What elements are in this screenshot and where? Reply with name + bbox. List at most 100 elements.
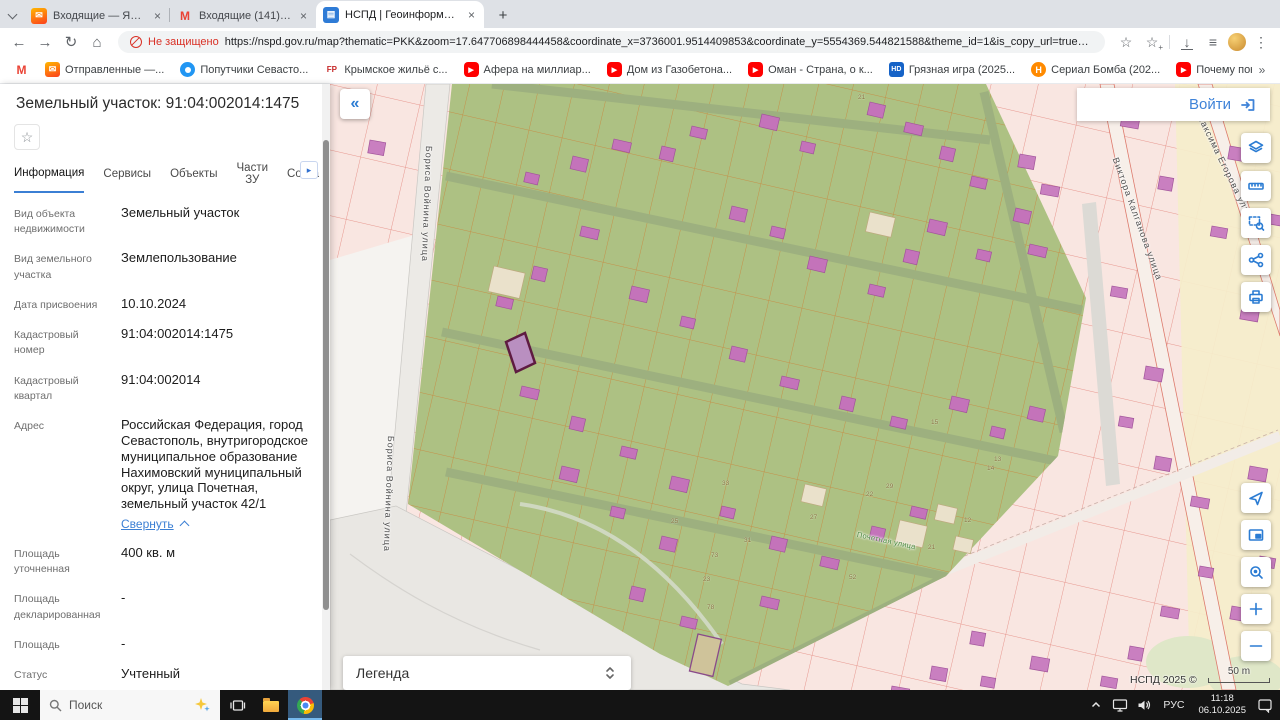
ruler-button[interactable] bbox=[1241, 171, 1271, 201]
collapse-address-link[interactable]: Свернуть bbox=[121, 517, 188, 532]
toolbar-divider bbox=[1169, 35, 1170, 49]
tab-close-icon[interactable]: × bbox=[466, 8, 477, 22]
tray-expand-icon[interactable] bbox=[1087, 698, 1105, 712]
volume-icon[interactable] bbox=[1135, 697, 1153, 713]
field-row: Кадастровый номер 91:04:002014:1475 bbox=[14, 326, 316, 358]
start-button[interactable] bbox=[0, 690, 40, 720]
tab-close-icon[interactable]: × bbox=[152, 9, 163, 23]
field-row: Площадь - bbox=[14, 636, 316, 653]
locate-button[interactable] bbox=[1241, 483, 1271, 513]
home-icon[interactable]: ⌂ bbox=[86, 31, 108, 53]
chrome-taskbar-button[interactable] bbox=[288, 690, 322, 720]
field-label: Кадастровый квартал bbox=[14, 372, 111, 404]
browser-tab[interactable]: Входящие (141) - sobakass@g × bbox=[170, 3, 316, 28]
download-icon[interactable]: ↓ bbox=[1176, 31, 1198, 53]
tab-search-chevron-icon[interactable] bbox=[0, 4, 24, 28]
url-bar[interactable]: Не защищено https://nspd.gov.ru/map?them… bbox=[118, 31, 1105, 53]
bookmark-favicon bbox=[324, 62, 339, 77]
bookmark-favicon bbox=[14, 62, 29, 77]
tab-favicon bbox=[323, 7, 339, 23]
field-label: Адрес bbox=[14, 417, 111, 532]
bookmark-item[interactable] bbox=[8, 59, 35, 80]
bookmark-item[interactable]: Грязная игра (2025... bbox=[883, 59, 1021, 80]
bookmarks-bar: Отправленные —... Попутчики Севасто... К… bbox=[0, 56, 1280, 84]
tab-close-icon[interactable]: × bbox=[298, 9, 309, 23]
page-title: Земельный участок: 91:04:002014:1475 bbox=[0, 84, 330, 122]
parcel-info-panel: Земельный участок: 91:04:002014:1475 ☆ ▸… bbox=[0, 84, 330, 690]
language-indicator[interactable]: РУС bbox=[1159, 699, 1188, 711]
field-value: 400 кв. м bbox=[121, 545, 316, 577]
print-button[interactable] bbox=[1241, 282, 1271, 312]
bookmark-favicon bbox=[180, 62, 195, 77]
legend-label: Легенда bbox=[356, 665, 409, 681]
forward-icon[interactable]: → bbox=[34, 31, 56, 53]
notification-center-icon[interactable] bbox=[1256, 697, 1274, 713]
browser-tab[interactable]: Входящие — Яндекс Почта × bbox=[24, 3, 170, 28]
task-view-button[interactable] bbox=[220, 690, 254, 720]
taskbar-search-box[interactable]: Поиск bbox=[40, 690, 220, 720]
panel-scrollbar[interactable] bbox=[322, 84, 330, 690]
panel-collapse-button[interactable]: « bbox=[340, 89, 370, 119]
browser-tab[interactable]: НСПД | Геоинформационный × bbox=[316, 1, 484, 28]
legend-bar[interactable]: Легенда bbox=[343, 656, 631, 690]
chrome-icon bbox=[297, 697, 314, 714]
bookmarks-list: Отправленные —... Попутчики Севасто... К… bbox=[8, 59, 1252, 80]
field-value: Землепользование bbox=[121, 250, 316, 282]
legend-expand-icon[interactable] bbox=[602, 664, 618, 682]
panel-tabs: ▸ Информация Сервисы Объекты Части ЗУ Со… bbox=[0, 156, 330, 193]
profile-avatar[interactable] bbox=[1228, 33, 1246, 51]
field-row: Кадастровый квартал 91:04:002014 bbox=[14, 372, 316, 404]
bookmark-favicon bbox=[1031, 62, 1046, 77]
panel-tab[interactable]: Сервисы bbox=[103, 156, 151, 193]
reading-list-icon[interactable]: ≡ bbox=[1202, 31, 1224, 53]
login-bar[interactable]: Войти bbox=[1077, 88, 1270, 121]
reload-icon[interactable]: ↻ bbox=[60, 31, 82, 53]
panel-tab[interactable]: Объекты bbox=[170, 156, 217, 193]
browser-tab-strip: Входящие — Яндекс Почта × Входящие (141)… bbox=[0, 0, 1280, 28]
network-icon[interactable] bbox=[1111, 697, 1129, 713]
minimap-button[interactable] bbox=[1241, 520, 1271, 550]
chevron-up-icon bbox=[179, 521, 189, 531]
add-bookmark-star-icon[interactable]: ☆ bbox=[1141, 31, 1163, 53]
scrollbar-thumb[interactable] bbox=[323, 140, 329, 610]
zoom-in-button[interactable] bbox=[1241, 594, 1271, 624]
bookmark-item[interactable]: Попутчики Севасто... bbox=[174, 59, 314, 80]
clock[interactable]: 11:1806.10.2025 bbox=[1194, 693, 1250, 717]
map-canvas[interactable]: Бориса Войнина улицаБориса Войнина улица… bbox=[330, 84, 1280, 690]
field-value: Учтенный bbox=[121, 666, 316, 683]
panel-tab[interactable]: Информация bbox=[14, 156, 84, 193]
bookmark-item[interactable]: Дом из Газобетона... bbox=[601, 59, 738, 80]
bookmark-item[interactable]: Почему покупать д... bbox=[1170, 59, 1252, 80]
map-attribution: НСПД 2025 © bbox=[1130, 674, 1197, 686]
area-select-button[interactable] bbox=[1241, 208, 1271, 238]
tab-favicon bbox=[31, 8, 47, 24]
file-explorer-button[interactable] bbox=[254, 690, 288, 720]
field-value: 91:04:002014 bbox=[121, 372, 316, 404]
bookmark-item[interactable]: Оман - Страна, о к... bbox=[742, 59, 879, 80]
field-label: Площадь декларированная bbox=[14, 590, 111, 622]
bookmark-favicon bbox=[1176, 62, 1191, 77]
bookmark-item[interactable]: Крымское жильё с... bbox=[318, 59, 453, 80]
browser-menu-icon[interactable]: ⋮ bbox=[1250, 31, 1272, 53]
zoom-out-button[interactable] bbox=[1241, 631, 1271, 661]
search-area-button[interactable] bbox=[1241, 557, 1271, 587]
field-label: Вид земельного участка bbox=[14, 250, 111, 282]
panel-tab[interactable]: Части ЗУ bbox=[237, 156, 269, 193]
back-icon[interactable]: ← bbox=[8, 31, 30, 53]
bookmark-item[interactable]: Отправленные —... bbox=[39, 59, 170, 80]
bookmark-item[interactable]: Сериал Бомба (202... bbox=[1025, 59, 1166, 80]
layers-button[interactable] bbox=[1241, 133, 1271, 163]
search-icon bbox=[49, 699, 62, 712]
field-label: Площадь bbox=[14, 636, 111, 653]
favorite-star-button[interactable]: ☆ bbox=[14, 124, 40, 150]
new-tab-button[interactable]: + bbox=[490, 2, 516, 28]
bookmark-favicon bbox=[748, 62, 763, 77]
tabs-scroll-right-button[interactable]: ▸ bbox=[300, 161, 318, 179]
bookmark-star-icon[interactable]: ☆ bbox=[1115, 31, 1137, 53]
bookmarks-overflow-button[interactable]: » bbox=[1252, 63, 1272, 77]
field-row: Площадь декларированная - bbox=[14, 590, 316, 622]
bookmark-favicon bbox=[464, 62, 479, 77]
share-button[interactable] bbox=[1241, 245, 1271, 275]
folder-icon bbox=[263, 701, 279, 712]
bookmark-item[interactable]: Афера на миллиар... bbox=[458, 59, 597, 80]
